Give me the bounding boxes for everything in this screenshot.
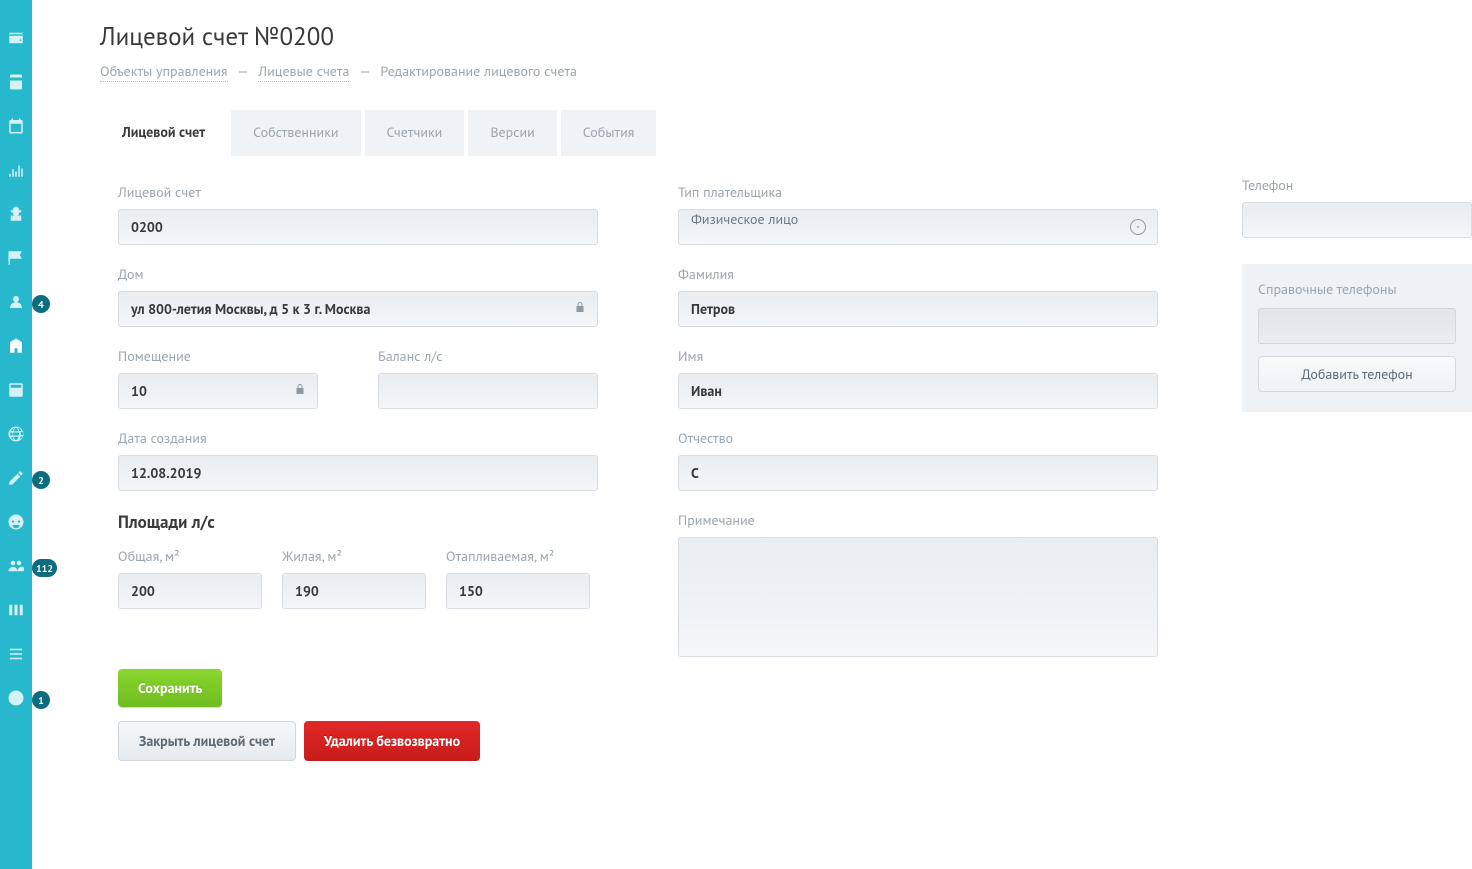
wallet-icon xyxy=(7,29,25,51)
label-area-living: Жилая, м² xyxy=(282,547,426,565)
label-balance: Баланс л/с xyxy=(378,347,598,365)
nav-wallet[interactable] xyxy=(0,30,32,50)
tabs: Лицевой счет Собственники Счетчики Верси… xyxy=(100,110,1472,156)
label-phone: Телефон xyxy=(1242,176,1472,194)
save-button[interactable]: Сохранить xyxy=(118,669,222,707)
area-living-input[interactable] xyxy=(282,573,426,609)
edit-icon xyxy=(7,469,25,491)
face-icon xyxy=(7,513,25,535)
nav-globe[interactable] xyxy=(0,426,32,446)
lock-icon xyxy=(574,300,586,318)
flag-icon xyxy=(7,249,25,271)
label-ref-phones: Справочные телефоны xyxy=(1258,280,1456,298)
nav-columns[interactable] xyxy=(0,602,32,622)
nav-users[interactable]: 4 xyxy=(0,294,32,314)
clock-icon xyxy=(7,689,25,711)
label-area-heated: Отапливаемая, м² xyxy=(446,547,590,565)
label-lastname: Фамилия xyxy=(678,265,1158,283)
nav-calc[interactable] xyxy=(0,382,32,402)
group-icon xyxy=(7,557,25,579)
nav-flag[interactable] xyxy=(0,250,32,270)
users-icon xyxy=(7,293,25,315)
payer-type-select[interactable]: Физическое лицо xyxy=(678,209,1158,245)
tab-owners[interactable]: Собственники xyxy=(231,110,360,156)
breadcrumb-sep: — xyxy=(237,62,248,80)
nav-phone[interactable] xyxy=(0,74,32,94)
breadcrumb: Объекты управления — Лицевые счета — Ред… xyxy=(100,62,1472,80)
nav-face[interactable] xyxy=(0,514,32,534)
add-phone-button[interactable]: Добавить телефон xyxy=(1258,356,1456,392)
right-box: Телефон Справочные телефоны Добавить тел… xyxy=(1242,176,1472,412)
tab-account[interactable]: Лицевой счет xyxy=(100,110,227,156)
balance-input[interactable] xyxy=(378,373,598,409)
label-room: Помещение xyxy=(118,347,318,365)
breadcrumb-sep: — xyxy=(359,62,370,80)
tab-versions[interactable]: Версии xyxy=(468,110,556,156)
chart-icon xyxy=(7,161,25,183)
main: Лицевой счет №0200 Объекты управления — … xyxy=(32,0,1472,869)
nav-building[interactable] xyxy=(0,338,32,358)
breadcrumb-current: Редактирование лицевого счета xyxy=(380,62,577,80)
ref-phone-slot[interactable] xyxy=(1258,308,1456,344)
nav-org[interactable] xyxy=(0,206,32,226)
badge-users: 4 xyxy=(32,295,50,313)
lastname-input[interactable] xyxy=(678,291,1158,327)
page-title: Лицевой счет №0200 xyxy=(100,20,1472,52)
org-icon xyxy=(7,205,25,227)
sidebar: 4 2 112 1 xyxy=(0,0,32,869)
delete-button[interactable]: Удалить безвозвратно xyxy=(304,721,480,761)
list-icon xyxy=(7,645,25,667)
label-created: Дата создания xyxy=(118,429,598,447)
nav-edit[interactable]: 2 xyxy=(0,470,32,490)
globe-icon xyxy=(7,425,25,447)
nav-calendar[interactable] xyxy=(0,118,32,138)
label-note: Примечание xyxy=(678,511,1158,529)
tab-meters[interactable]: Счетчики xyxy=(365,110,465,156)
columns-icon xyxy=(7,601,25,623)
calendar-icon xyxy=(7,117,25,139)
label-house: Дом xyxy=(118,265,598,283)
label-firstname: Имя xyxy=(678,347,1158,365)
badge-edit: 2 xyxy=(32,471,50,489)
tab-events[interactable]: События xyxy=(561,110,657,156)
close-account-button[interactable]: Закрыть лицевой счет xyxy=(118,721,296,761)
house-input[interactable] xyxy=(118,291,598,327)
label-patronymic: Отчество xyxy=(678,429,1158,447)
building-icon xyxy=(7,337,25,359)
nav-chart[interactable] xyxy=(0,162,32,182)
area-heated-input[interactable] xyxy=(446,573,590,609)
room-input[interactable] xyxy=(118,373,318,409)
area-total-input[interactable] xyxy=(118,573,262,609)
phone-input[interactable] xyxy=(1242,202,1472,238)
nav-clock[interactable]: 1 xyxy=(0,690,32,710)
account-input[interactable] xyxy=(118,209,598,245)
badge-clock: 1 xyxy=(32,691,50,709)
reference-phones-box: Справочные телефоны Добавить телефон xyxy=(1242,264,1472,412)
breadcrumb-accounts[interactable]: Лицевые счета xyxy=(258,62,349,82)
label-area-total: Общая, м² xyxy=(118,547,262,565)
calculator-icon xyxy=(7,381,25,403)
phone-icon xyxy=(7,73,25,95)
breadcrumb-objects[interactable]: Объекты управления xyxy=(100,62,228,82)
label-account: Лицевой счет xyxy=(118,183,598,201)
label-payer-type: Тип плательщика xyxy=(678,183,1158,201)
note-textarea[interactable] xyxy=(678,537,1158,657)
patronymic-input[interactable] xyxy=(678,455,1158,491)
lock-icon xyxy=(294,382,306,400)
badge-group: 112 xyxy=(32,559,57,577)
created-input[interactable] xyxy=(118,455,598,491)
nav-list[interactable] xyxy=(0,646,32,666)
areas-heading: Площади л/с xyxy=(118,511,598,533)
nav-group[interactable]: 112 xyxy=(0,558,32,578)
firstname-input[interactable] xyxy=(678,373,1158,409)
